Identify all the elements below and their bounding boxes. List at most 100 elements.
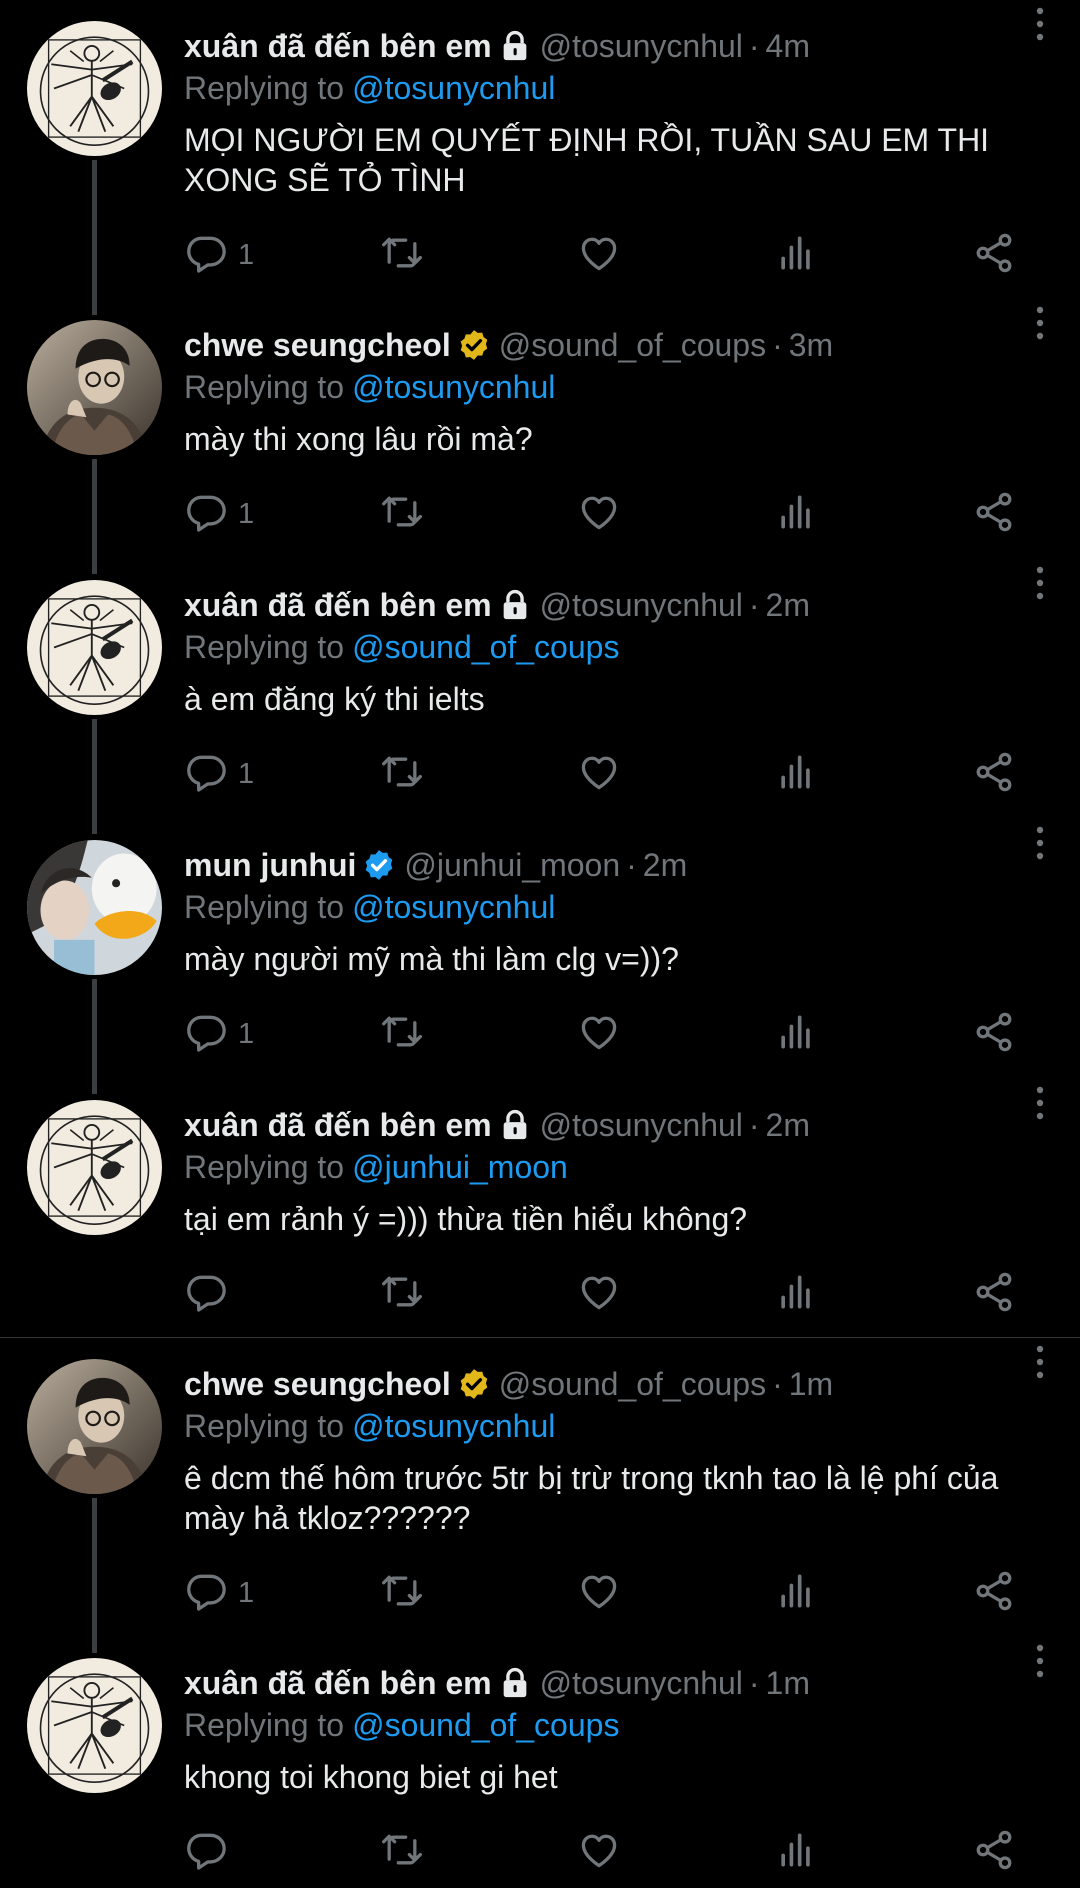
more-options-icon[interactable]: [1020, 563, 1060, 603]
separator-dot: ·: [748, 28, 760, 64]
timestamp[interactable]: 1m: [766, 1663, 810, 1703]
share-button[interactable]: [972, 1269, 1016, 1319]
reply-button[interactable]: 1: [184, 1009, 254, 1059]
share-button[interactable]: [972, 749, 1016, 799]
more-options-icon[interactable]: [1020, 303, 1060, 343]
mention-link[interactable]: @sound_of_coups: [352, 629, 619, 665]
reply-button[interactable]: [184, 1269, 238, 1319]
retweet-button[interactable]: [380, 1269, 424, 1319]
mention-link[interactable]: @tosunycnhul: [352, 70, 555, 106]
views-button[interactable]: [774, 749, 818, 799]
reply-count: 1: [238, 497, 255, 530]
more-options-icon[interactable]: [1020, 4, 1060, 44]
views-button[interactable]: [774, 489, 818, 539]
timestamp[interactable]: 2m: [766, 585, 810, 625]
retweet-button[interactable]: [380, 1827, 424, 1877]
retweet-button[interactable]: [380, 749, 424, 799]
user-handle[interactable]: @tosunycnhul: [540, 26, 743, 66]
avatar[interactable]: [27, 1658, 162, 1793]
user-handle[interactable]: @tosunycnhul: [540, 585, 743, 625]
avatar[interactable]: [27, 320, 162, 455]
reply-button[interactable]: [184, 1827, 238, 1877]
reply-count: 1: [238, 1576, 255, 1609]
user-handle[interactable]: @tosunycnhul: [540, 1663, 743, 1703]
avatar[interactable]: [27, 580, 162, 715]
display-name[interactable]: xuân đã đến bên em: [184, 26, 492, 66]
display-name[interactable]: chwe seungcheol: [184, 325, 451, 365]
tweet[interactable]: xuân đã đến bên em @tosunycnhul · 2m Rep…: [0, 1064, 1080, 1337]
retweet-button[interactable]: [380, 489, 424, 539]
user-handle[interactable]: @sound_of_coups: [499, 1364, 766, 1404]
views-button[interactable]: [774, 230, 818, 280]
display-name[interactable]: mun junhui: [184, 845, 356, 885]
analytics-icon: [774, 750, 818, 799]
more-options-icon[interactable]: [1020, 1342, 1060, 1382]
retweet-icon: [380, 1828, 424, 1877]
avatar[interactable]: [27, 840, 162, 975]
reply-button[interactable]: 1: [184, 749, 254, 799]
display-name[interactable]: chwe seungcheol: [184, 1364, 451, 1404]
share-button[interactable]: [972, 1568, 1016, 1618]
tweet[interactable]: xuân đã đến bên em @tosunycnhul · 2m Rep…: [0, 544, 1080, 834]
replying-label: Replying to: [184, 1149, 345, 1185]
more-options-icon[interactable]: [1020, 823, 1060, 863]
replying-to: Replying to @sound_of_coups: [184, 627, 1040, 667]
timestamp[interactable]: 3m: [789, 325, 833, 365]
like-button[interactable]: [577, 1827, 621, 1877]
separator-dot: ·: [772, 327, 783, 363]
tweet[interactable]: xuân đã đến bên em @tosunycnhul · 4m Rep…: [0, 0, 1080, 315]
display-name[interactable]: xuân đã đến bên em: [184, 585, 492, 625]
replying-to: Replying to @tosunycnhul: [184, 887, 1040, 927]
views-button[interactable]: [774, 1568, 818, 1618]
views-button[interactable]: [774, 1269, 818, 1319]
analytics-icon: [774, 1569, 818, 1618]
more-options-icon[interactable]: [1020, 1083, 1060, 1123]
share-button[interactable]: [972, 230, 1016, 280]
share-button[interactable]: [972, 489, 1016, 539]
views-button[interactable]: [774, 1827, 818, 1877]
user-handle[interactable]: @junhui_moon: [404, 845, 620, 885]
views-button[interactable]: [774, 1009, 818, 1059]
retweet-button[interactable]: [380, 1568, 424, 1618]
like-button[interactable]: [577, 1568, 621, 1618]
tweet[interactable]: chwe seungcheol @sound_of_coups · 1m Rep…: [0, 1337, 1080, 1653]
more-options-icon[interactable]: [1020, 1641, 1060, 1681]
avatar[interactable]: [27, 1359, 162, 1494]
mention-link[interactable]: @junhui_moon: [352, 1149, 568, 1185]
user-handle[interactable]: @sound_of_coups: [499, 325, 766, 365]
tweet[interactable]: chwe seungcheol @sound_of_coups · 3m Rep…: [0, 284, 1080, 574]
like-button[interactable]: [577, 230, 621, 280]
mention-link[interactable]: @tosunycnhul: [352, 369, 555, 405]
timestamp[interactable]: 2m: [766, 1105, 810, 1145]
like-button[interactable]: [577, 1269, 621, 1319]
reply-button[interactable]: 1: [184, 1568, 254, 1618]
reply-button[interactable]: 1: [184, 230, 254, 280]
tweet[interactable]: xuân đã đến bên em @tosunycnhul · 1m Rep…: [0, 1622, 1080, 1888]
avatar[interactable]: [27, 1100, 162, 1235]
mention-link[interactable]: @sound_of_coups: [352, 1707, 619, 1743]
tweet-text: khong toi khong biet gi het: [184, 1759, 558, 1795]
timestamp[interactable]: 1m: [789, 1364, 833, 1404]
like-button[interactable]: [577, 749, 621, 799]
timestamp[interactable]: 4m: [766, 26, 810, 66]
share-button[interactable]: [972, 1827, 1016, 1877]
retweet-button[interactable]: [380, 230, 424, 280]
avatar[interactable]: [27, 21, 162, 156]
tweet-text: mày người mỹ mà thi làm clg v=))?: [184, 941, 679, 977]
mention-link[interactable]: @tosunycnhul: [352, 889, 555, 925]
lock-icon: [498, 29, 532, 63]
like-button[interactable]: [577, 489, 621, 539]
user-handle[interactable]: @tosunycnhul: [540, 1105, 743, 1145]
like-button[interactable]: [577, 1009, 621, 1059]
mention-link[interactable]: @tosunycnhul: [352, 1408, 555, 1444]
timestamp[interactable]: 2m: [643, 845, 687, 885]
display-name[interactable]: xuân đã đến bên em: [184, 1663, 492, 1703]
share-icon: [972, 490, 1016, 539]
separator-dot: ·: [748, 1107, 760, 1143]
tweet-text: à em đăng ký thi ielts: [184, 681, 485, 717]
retweet-button[interactable]: [380, 1009, 424, 1059]
display-name[interactable]: xuân đã đến bên em: [184, 1105, 492, 1145]
reply-button[interactable]: 1: [184, 489, 254, 539]
share-button[interactable]: [972, 1009, 1016, 1059]
tweet[interactable]: mun junhui @junhui_moon · 2m Replying to…: [0, 804, 1080, 1094]
